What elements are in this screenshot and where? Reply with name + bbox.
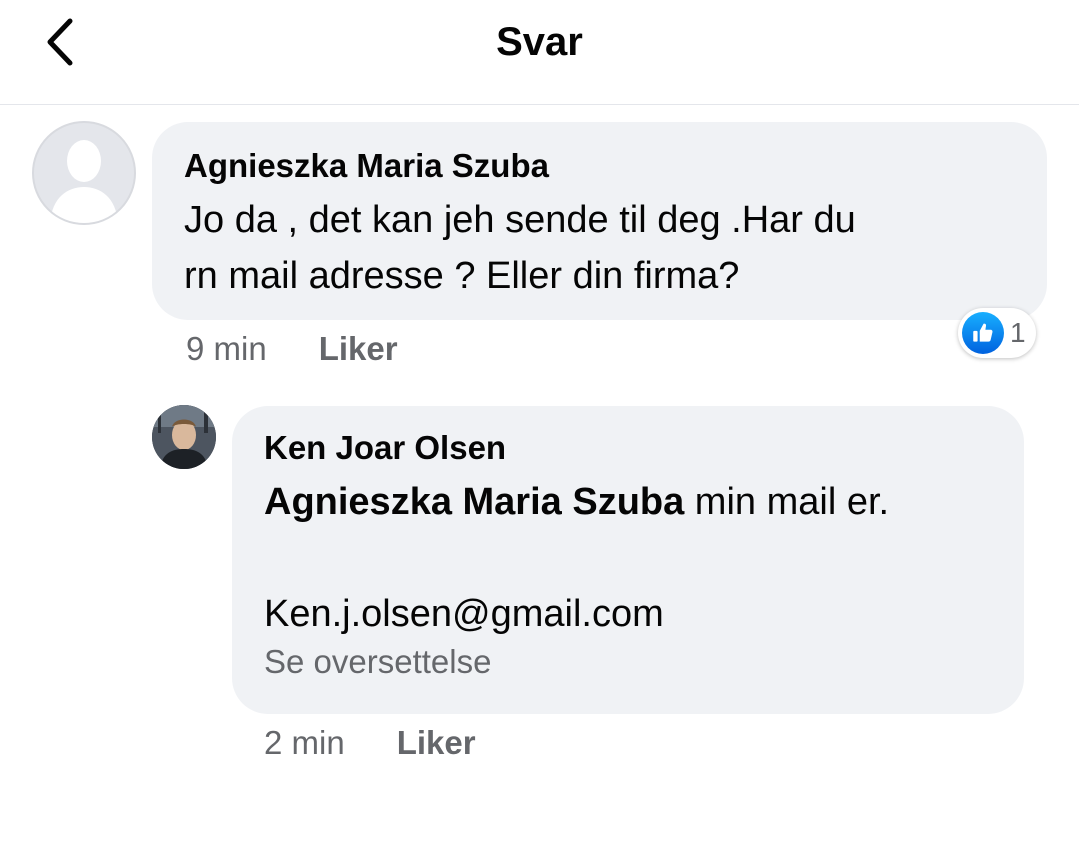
comment-meta: 2 min Liker [264,724,476,762]
reaction-count: 1 [1010,317,1026,348]
comment-text-segment: min mail er. [684,481,890,523]
comment-text: Agnieszka Maria Szuba min mail er. [264,474,992,530]
mention-link[interactable]: Agnieszka Maria Szuba [264,481,684,523]
avatar[interactable] [152,405,216,469]
comment-time[interactable]: 9 min [186,330,267,368]
header-bar: Svar [0,0,1079,105]
comment-text-line: rn mail adresse ? Eller din firma? [184,255,740,297]
comment-time[interactable]: 2 min [264,724,345,762]
comment-bubble: Ken Joar Olsen Agnieszka Maria Szuba min… [232,406,1024,714]
default-avatar-icon [50,140,118,223]
reaction-summary[interactable]: 1 [958,308,1036,358]
see-translation-link[interactable]: Se oversettelse [264,642,992,682]
page-title: Svar [496,20,583,64]
profile-photo [152,405,216,469]
comment-text-line: Jo da , det kan jeh sende til deg .Har d… [184,199,856,241]
comment-meta: 9 min Liker [186,330,398,368]
thumbs-up-icon [962,312,1004,354]
comment-author[interactable]: Agnieszka Maria Szuba [184,146,1015,186]
comment-email[interactable]: Ken.j.olsen@gmail.com [264,586,992,642]
comment-author[interactable]: Ken Joar Olsen [264,428,992,468]
avatar[interactable] [32,121,136,225]
comment-text: Jo da , det kan jeh sende til deg .Har d… [184,192,1015,304]
comment-bubble: Agnieszka Maria Szuba Jo da , det kan je… [152,122,1047,320]
like-button[interactable]: Liker [397,724,476,762]
like-button[interactable]: Liker [319,330,398,368]
